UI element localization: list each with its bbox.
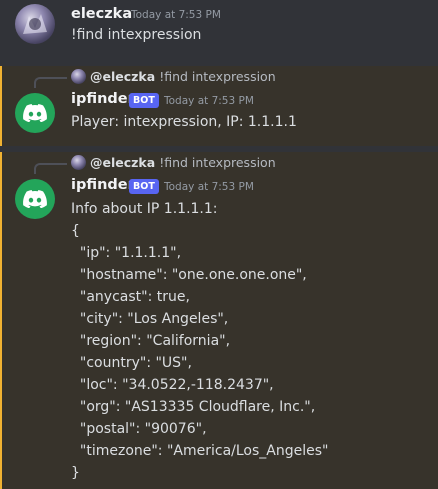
message-ipfinder-reply: @eleczka !find intexpression ipfinder BO… (0, 66, 438, 146)
reply-spine (34, 163, 67, 174)
message-content: !find intexpression (71, 27, 202, 43)
message-ipfinder-info: @eleczka !find intexpression ipfinder BO… (0, 152, 438, 489)
reply-author[interactable]: @eleczka (90, 155, 155, 170)
reply-spine (34, 77, 67, 88)
discord-logo-icon (23, 104, 47, 122)
author-name[interactable]: eleczka (71, 6, 132, 22)
reply-text[interactable]: !find intexpression (159, 69, 275, 84)
content-line: "country": "US", (71, 355, 192, 371)
content-line: "city": "Los Angeles", (71, 311, 229, 327)
discord-logo-icon (23, 190, 47, 208)
reply-text[interactable]: !find intexpression (159, 155, 275, 170)
message-content: Info about IP 1.1.1.1: { "ip": "1.1.1.1"… (71, 198, 328, 484)
message-timestamp: Today at 7:53 PM (164, 181, 254, 193)
reply-avatar (71, 68, 86, 84)
message-eleczka: eleczka Today at 7:53 PM !find intexpres… (0, 0, 438, 66)
reply-avatar (71, 154, 86, 170)
content-line: "region": "California", (71, 333, 231, 349)
content-line: "anycast": true, (71, 289, 190, 305)
reply-reference[interactable]: @eleczka !find intexpression (71, 68, 276, 84)
message-timestamp: Today at 7:53 PM (164, 95, 254, 107)
content-line: } (71, 465, 80, 481)
bot-avatar[interactable] (15, 179, 55, 219)
user-avatar[interactable] (15, 4, 55, 44)
content-line: "hostname": "one.one.one.one", (71, 267, 307, 283)
content-line: "org": "AS13335 Cloudflare, Inc.", (71, 399, 316, 415)
content-line: "postal": "90076", (71, 421, 207, 437)
content-line: "timezone": "America/Los_Angeles" (71, 443, 329, 459)
author-name[interactable]: ipfinder (71, 91, 135, 107)
bot-badge: BOT (129, 179, 159, 194)
message-timestamp: Today at 7:53 PM (131, 9, 221, 21)
content-line: { (71, 223, 80, 239)
reply-reference[interactable]: @eleczka !find intexpression (71, 154, 276, 170)
reply-author[interactable]: @eleczka (90, 69, 155, 84)
content-line: Info about IP 1.1.1.1: (71, 201, 218, 217)
content-line: "loc": "34.0522,-118.2437", (71, 377, 274, 393)
content-line: "ip": "1.1.1.1", (71, 245, 182, 261)
bot-avatar[interactable] (15, 93, 55, 133)
bot-badge: BOT (129, 93, 159, 108)
message-content: Player: intexpression, IP: 1.1.1.1 (71, 114, 297, 130)
author-name[interactable]: ipfinder (71, 177, 135, 193)
